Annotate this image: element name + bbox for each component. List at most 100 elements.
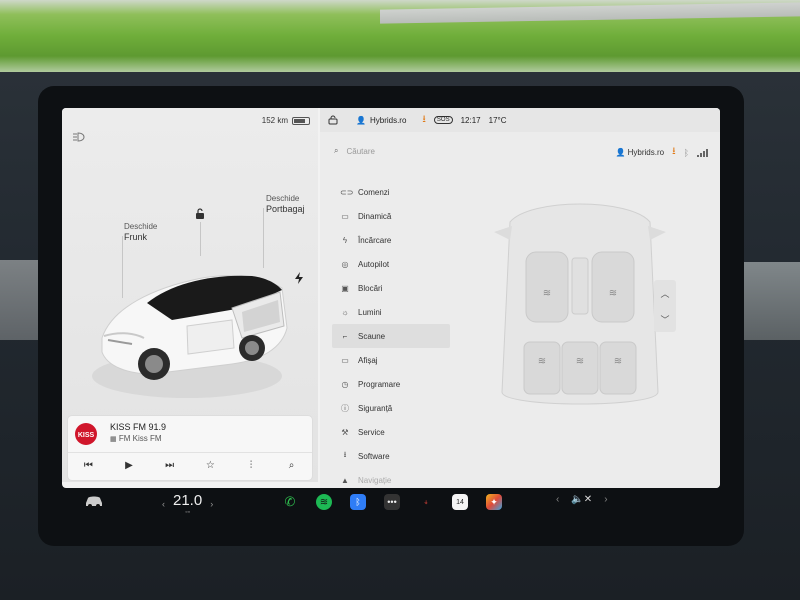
trunk-open-button[interactable]: Deschide Portbagaj [266,194,305,214]
menu-item-autopilot[interactable]: ◎ Autopilot [332,252,450,276]
menu-item-label: Service [358,427,385,437]
signal-strength-icon [697,148,708,157]
rear-right-seat-heater[interactable]: ≋ [599,341,637,395]
sos-badge[interactable]: SOS [433,116,453,124]
search-icon: ⌕ [334,146,339,155]
range-indicator: 152 km [262,116,310,125]
person-icon: 👤 [615,148,626,157]
menu-item-label: Afișaj [358,355,378,365]
navigation-icon: ▲ [341,475,349,485]
menu-item-scaune[interactable]: ⌐ Scaune [332,324,450,348]
seat-heat-icon: ◦◦ [185,509,191,516]
dashboard-trim-right [740,262,800,340]
headlight-icon[interactable] [72,132,88,142]
shield-icon: ⓘ [341,403,349,413]
svg-text:≋: ≋ [614,356,622,367]
menu-item-comenzi[interactable]: ⊂⊃ Comenzi [332,180,450,204]
car-panel: 152 km Deschide Frunk Deschide Portbagaj [62,108,318,482]
mute-icon[interactable]: 🔈✕ [571,494,592,505]
menu-item-blocari[interactable]: ▣ Blocări [332,276,450,300]
menu-item-lumini[interactable]: ☼ Lumini [332,300,450,324]
charge-port-bolt-icon[interactable] [294,272,304,284]
station-title: KISS FM 91.9 [110,422,167,432]
chevron-down-icon[interactable]: ﹀ [660,313,669,326]
svg-text:≋: ≋ [543,288,551,299]
spotify-icon[interactable]: ≋ [316,494,332,510]
cabin-temperature[interactable]: 21.0 ◦◦ [173,492,202,516]
menu-item-label: Programare [358,379,401,389]
kiss-fm-logo: KISS [75,423,97,445]
car-icon: ▭ [341,211,349,221]
wrench-icon: ⚒ [341,427,349,437]
passenger-seat-heater[interactable]: ≋ [591,251,635,323]
media-controls: ⏮ ▶ ⏭ ☆ ⫶ ⌕ [68,452,312,478]
clock: 12:17 [460,115,481,125]
more-apps-icon[interactable]: ••• [384,494,400,510]
menu-item-incarcare[interactable]: ϟ Încărcare [332,228,450,252]
trunk-name: Portbagaj [266,204,305,214]
menu-item-label: Blocări [358,283,383,293]
next-track-icon[interactable]: ⏭ [162,458,178,474]
menu-item-software[interactable]: ⭳ Software [332,444,450,468]
calendar-day: 14 [456,498,464,506]
rear-left-seat-heater[interactable]: ≋ [523,341,561,395]
search-icon[interactable]: ⌕ [284,458,300,474]
driver-seat-heater[interactable]: ≋ [525,251,569,323]
bolt-icon: ϟ [342,235,348,245]
phone-icon[interactable]: ✆ [282,494,298,510]
volume-control: ‹ 🔈✕ › [556,494,608,505]
car-icon[interactable] [84,494,104,508]
station-subtitle-text: FM Kiss FM [118,434,162,443]
volume-up-icon[interactable]: › [604,494,607,505]
toybox-icon[interactable]: ✦ [486,494,502,510]
app-dock: ✆ ≋ ᛒ ••• ⍖ 14 ✦ [282,494,502,510]
media-player[interactable]: KISS KISS FM 91.9 ▦ FM Kiss FM ⏮ ▶ ⏭ ☆ ⫶… [68,416,312,480]
chevron-up-icon[interactable]: ︿ [660,287,669,300]
lock-icon: ▣ [341,283,349,293]
header-profile[interactable]: 👤 Hybrids.ro [615,148,664,157]
menu-item-label: Software [358,451,390,461]
lock-status-icon[interactable] [328,115,338,125]
menu-item-afisaj[interactable]: ▭ Afișaj [332,348,450,372]
previous-track-icon[interactable]: ⏮ [80,458,96,474]
seat-icon: ⌐ [342,331,348,341]
software-update-icon[interactable]: ⭳ [422,112,426,129]
frunk-name: Frunk [124,232,148,242]
temperature-down-icon[interactable]: ‹ [162,499,165,509]
range-text: 152 km [261,116,288,125]
bluetooth-icon[interactable]: ᛒ [350,494,366,510]
clock-icon: ◷ [341,379,349,389]
menu-item-label: Scaune [358,331,386,341]
battery-icon [292,116,310,125]
volume-down-icon[interactable]: ‹ [556,494,559,505]
frunk-open-button[interactable]: Deschide Frunk [124,222,157,242]
toggle-icon: ⊂⊃ [340,187,354,197]
svg-text:≋: ≋ [538,356,546,367]
display-icon: ▭ [341,355,349,365]
play-icon[interactable]: ▶ [121,458,137,474]
joystick-icon[interactable]: ⍖ [418,494,434,510]
status-bar: 👤 Hybrids.ro ⭳ SOS 12:17 17°C [320,108,720,132]
menu-item-siguranta[interactable]: ⓘ Siguranță [332,396,450,420]
profile-status[interactable]: 👤 Hybrids.ro [356,116,406,125]
rear-center-seat-heater[interactable]: ≋ [561,341,599,395]
menu-item-service[interactable]: ⚒ Service [332,420,450,444]
menu-item-navigatie[interactable]: ▲ Navigație [332,468,450,488]
equalizer-icon[interactable]: ⫶ [243,458,259,474]
download-icon: ⭳ [343,450,347,459]
menu-item-label: Autopilot [358,259,390,269]
header-profile-name: Hybrids.ro [627,148,665,157]
climate-control: ‹ 21.0 ◦◦ › [162,492,213,516]
header-profile-area: 👤 Hybrids.ro ⭳ ᛒ [615,144,708,161]
menu-item-label: Siguranță [358,403,393,413]
menu-item-dinamica[interactable]: ▭ Dinamică [332,204,450,228]
unlock-icon[interactable] [194,208,206,220]
temperature-up-icon[interactable]: › [210,499,213,509]
dashboard-trim-left [0,260,40,340]
calendar-icon[interactable]: 14 [452,494,468,510]
bluetooth-icon[interactable]: ᛒ [684,148,689,158]
menu-item-programare[interactable]: ◷ Programare [332,372,450,396]
person-icon: 👤 [356,115,366,125]
download-icon[interactable]: ⭳ [672,144,676,161]
favorite-star-icon[interactable]: ☆ [202,458,218,474]
